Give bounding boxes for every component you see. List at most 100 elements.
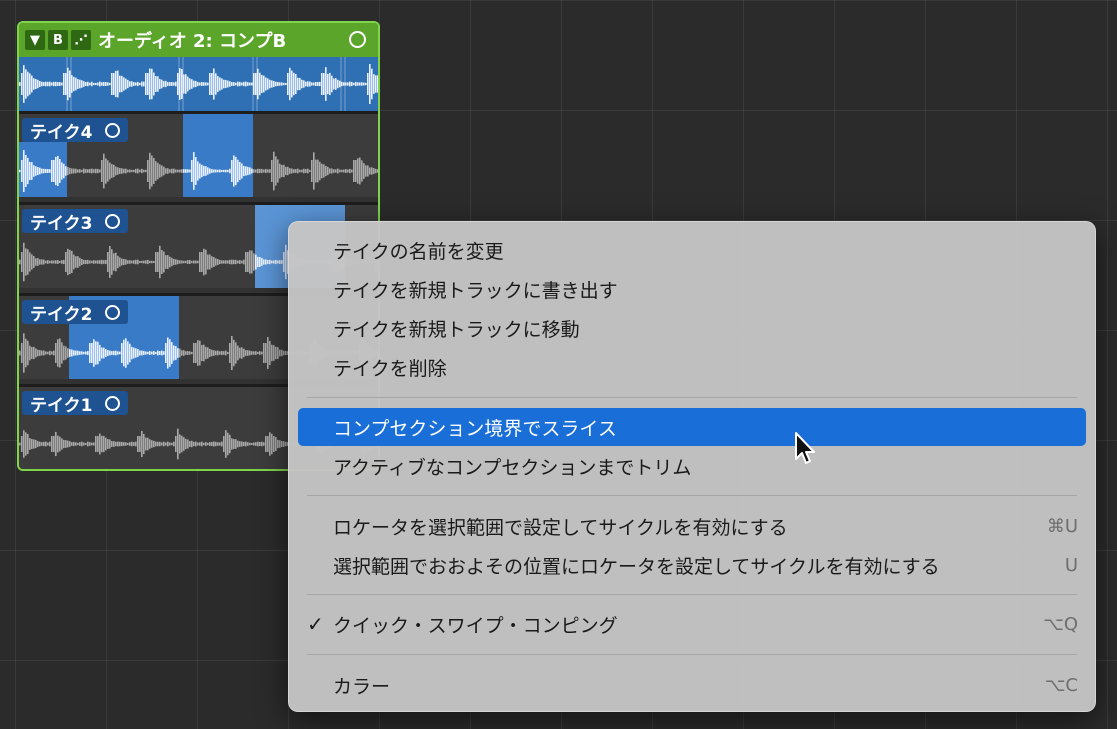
waveform-sample: [237, 345, 239, 361]
take-2-circle-icon[interactable]: [104, 304, 120, 320]
waveform-sample: [25, 69, 27, 99]
waveform-sample: [37, 441, 39, 447]
menu-item-set-rounded-locators-enable-cycle[interactable]: 選択範囲でおおよその位置にロケータを設定してサイクルを有効にする U: [298, 546, 1086, 584]
quick-swipe-circle-icon[interactable]: [349, 31, 366, 48]
waveform-sample: [75, 77, 77, 91]
flex-icon[interactable]: ⋰: [71, 30, 91, 50]
waveform-sample: [275, 437, 277, 451]
menu-item-delete-take[interactable]: テイクを削除: [298, 348, 1086, 386]
menu-item-move-take-new-track[interactable]: テイクを新規トラックに移動: [298, 309, 1086, 347]
waveform-sample: [123, 442, 125, 446]
waveform-sample: [29, 73, 31, 95]
waveform-sample: [223, 351, 225, 355]
waveform-sample: [109, 246, 111, 278]
take-lane-4[interactable]: テイク4: [19, 111, 378, 197]
waveform-sample: [253, 169, 255, 173]
waveform-sample: [285, 166, 287, 176]
take-1-circle-icon[interactable]: [104, 395, 120, 411]
waveform-sample: [257, 351, 259, 355]
waveform-sample: [225, 350, 227, 356]
waveform-sample: [111, 73, 113, 95]
menu-item-rename-take[interactable]: テイクの名前を変更: [298, 231, 1086, 269]
waveform-sample: [143, 260, 145, 264]
waveform-sample: [83, 81, 85, 87]
waveform-sample: [251, 351, 253, 355]
menu-item-export-take-new-track[interactable]: テイクを新規トラックに書き出す: [298, 270, 1086, 308]
waveform-sample: [85, 442, 87, 446]
disclosure-triangle-icon[interactable]: ▼: [25, 30, 45, 50]
take-1-label[interactable]: テイク1: [22, 391, 128, 416]
waveform-sample: [327, 166, 329, 176]
waveform-sample: [179, 169, 181, 173]
waveform-sample: [231, 438, 233, 450]
waveform-sample: [103, 81, 105, 87]
waveform-sample: [91, 343, 93, 363]
menu-item-slice-at-comp-borders[interactable]: コンプセクション境界でスライス: [298, 408, 1086, 446]
take-3-label[interactable]: テイク3: [22, 209, 128, 234]
waveform-sample: [223, 79, 225, 89]
waveform-sample: [65, 440, 67, 448]
waveform-sample: [287, 73, 289, 95]
waveform-sample: [295, 74, 297, 94]
menu-item-color[interactable]: カラー ⌥C: [298, 666, 1086, 704]
waveform-sample: [99, 433, 101, 455]
waveform-sample: [23, 430, 25, 458]
take-4-circle-icon[interactable]: [104, 122, 120, 138]
waveform-sample: [215, 258, 217, 266]
waveform-sample: [181, 169, 183, 173]
waveform-sample: [259, 351, 261, 355]
waveform-sample: [93, 339, 95, 367]
waveform-sample: [271, 80, 273, 88]
waveform-sample: [49, 169, 51, 173]
waveform-sample: [377, 75, 378, 93]
waveform-sample: [375, 75, 377, 93]
waveform-sample: [39, 259, 41, 265]
waveform-sample: [267, 337, 269, 369]
waveform-sample: [45, 351, 47, 355]
waveform-sample: [245, 81, 247, 87]
waveform-sample: [153, 440, 155, 448]
comp-b-badge[interactable]: B: [48, 30, 68, 50]
take-folder-header[interactable]: ▼ B ⋰ オーディオ 2: コンプB: [19, 23, 378, 57]
waveform-sample: [111, 164, 113, 178]
waveform-sample: [145, 260, 147, 264]
comp-waveform-lane[interactable]: [19, 57, 378, 111]
waveform-sample: [229, 434, 231, 454]
menu-item-trim-to-active-comp[interactable]: アクティブなコンプセクションまでトリム: [298, 447, 1086, 485]
waveform-sample: [41, 442, 43, 446]
waveform-sample: [127, 169, 129, 173]
waveform-sample: [31, 347, 33, 359]
waveform-sample: [209, 254, 211, 270]
waveform-sample: [147, 73, 149, 95]
menu-item-set-locators-enable-cycle[interactable]: ロケータを選択範囲で設定してサイクルを有効にする ⌘U: [298, 507, 1086, 545]
waveform-sample: [51, 82, 53, 86]
menu-item-quick-swipe-comping[interactable]: ✓ クイック・スワイプ・コンピング ⌥Q: [298, 605, 1086, 643]
waveform-sample: [303, 168, 305, 174]
menu-separator: [307, 495, 1077, 496]
waveform-sample: [189, 441, 191, 447]
waveform-sample: [241, 163, 243, 179]
take-4-label[interactable]: テイク4: [22, 118, 128, 143]
waveform-sample: [245, 166, 247, 176]
waveform-sample: [191, 160, 193, 182]
waveform-sample: [57, 339, 59, 367]
waveform-sample: [101, 82, 103, 86]
waveform-sample: [133, 169, 135, 173]
waveform-sample: [37, 349, 39, 357]
waveform-sample: [241, 82, 243, 86]
waveform-sample: [95, 168, 97, 174]
waveform-sample: [279, 163, 281, 179]
waveform-sample: [125, 338, 127, 368]
waveform-sample: [203, 344, 205, 362]
waveform-sample: [167, 441, 169, 447]
waveform-sample: [361, 82, 363, 86]
take-1-name: テイク1: [30, 395, 93, 416]
take-2-label[interactable]: テイク2: [22, 300, 128, 325]
waveform-sample: [91, 260, 93, 264]
waveform-sample: [39, 167, 41, 175]
waveform-sample: [71, 349, 73, 357]
waveform-sample: [99, 260, 101, 264]
waveform-sample: [193, 152, 195, 190]
take-3-circle-icon[interactable]: [104, 213, 120, 229]
waveform-sample: [187, 260, 189, 264]
